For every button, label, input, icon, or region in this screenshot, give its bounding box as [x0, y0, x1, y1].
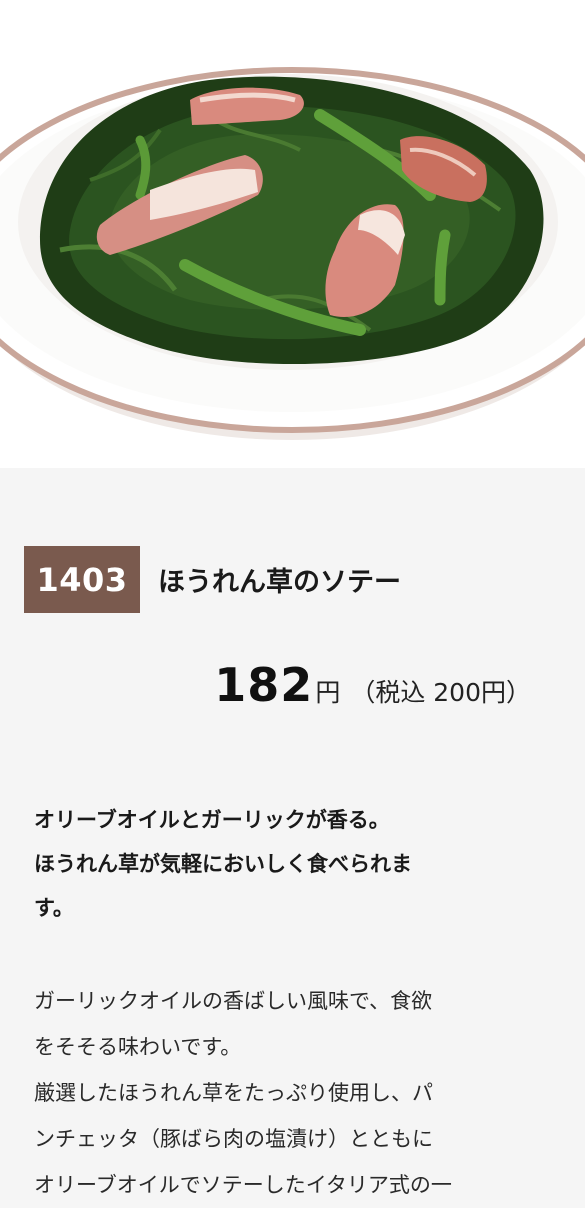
price-tax-included: （税込 200円）	[350, 678, 531, 707]
price-unit: 円	[315, 678, 341, 707]
spinach-saute-image	[0, 0, 585, 468]
description-line: ンチェッタ（豚ばら肉の塩漬け）とともに	[34, 1127, 433, 1151]
product-detail: 1403 ほうれん草のソテー 182 円 （税込 200円） オリーブオイルとガ…	[0, 468, 585, 1200]
price-amount: 182	[214, 658, 314, 712]
description-line: オリーブオイルでソテーしたイタリア式の一	[34, 1173, 452, 1197]
product-name: ほうれん草のソテー	[158, 567, 401, 598]
lead-line: ほうれん草が気軽においしく食べられま	[34, 852, 412, 876]
description-line: ガーリックオイルの香ばしい風味で、食欲	[34, 989, 433, 1013]
item-number-badge: 1403	[24, 546, 140, 613]
price-row: 182 円 （税込 200円）	[214, 658, 531, 712]
product-title-row: 1403 ほうれん草のソテー	[24, 546, 401, 613]
lead-line: す。	[34, 896, 74, 920]
description-line: をそそる味わいです。	[34, 1035, 242, 1059]
product-photo	[0, 0, 585, 468]
description-line: 厳選したほうれん草をたっぷり使用し、パ	[34, 1081, 433, 1105]
lead-text: オリーブオイルとガーリックが香る。 ほうれん草が気軽においしく食べられま す。	[34, 798, 554, 930]
lead-line: オリーブオイルとガーリックが香る。	[34, 808, 390, 832]
description-text: ガーリックオイルの香ばしい風味で、食欲 をそそる味わいです。 厳選したほうれん草…	[34, 978, 554, 1208]
